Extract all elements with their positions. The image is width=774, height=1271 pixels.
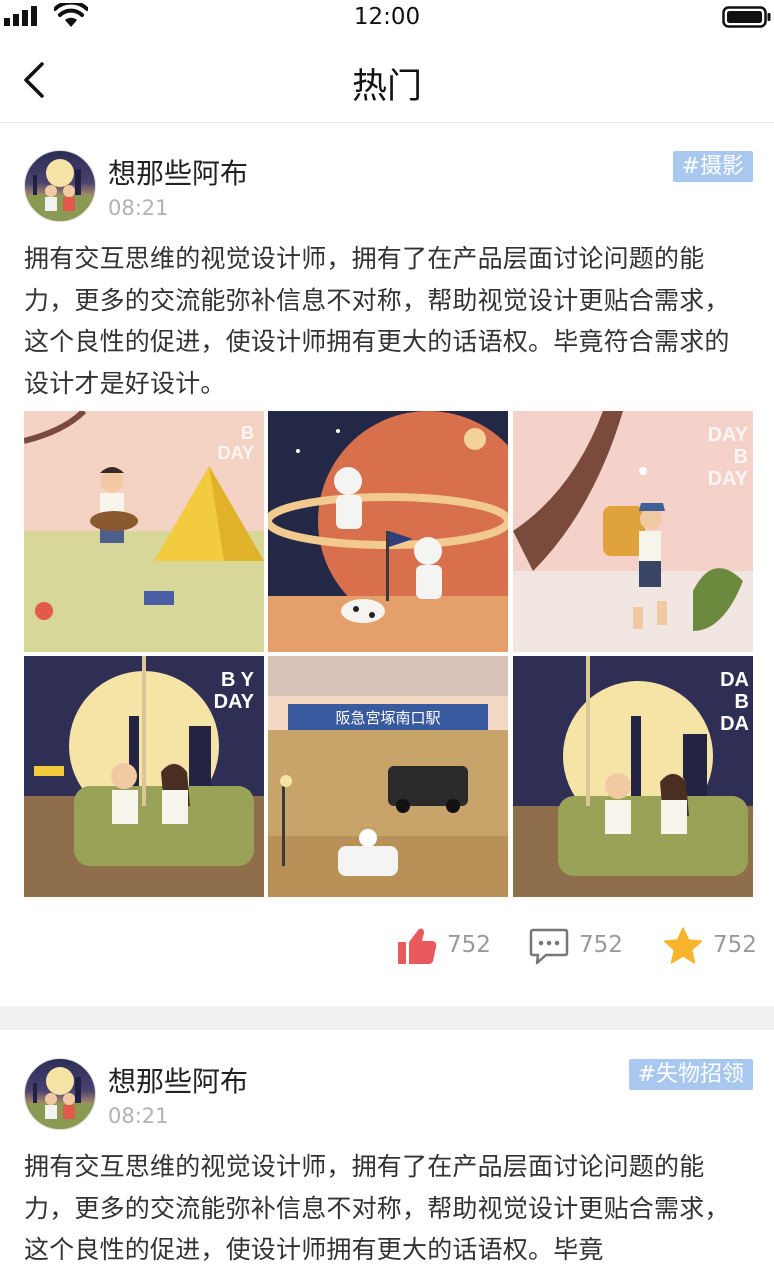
post-content: 拥有交互思维的视觉设计师，拥有了在产品层面讨论问题的能力，更多的交流能弥补信息不… [24,244,730,398]
topic-tag[interactable]: #摄影 [672,151,753,182]
grid-image-reading-window-2[interactable]: DA B DA [513,656,753,897]
topic-tag[interactable]: #失物招领 [628,1059,753,1090]
post-time: 08:21 [108,1104,169,1128]
grid-image-astronauts[interactable] [268,411,508,652]
post-time: 08:21 [108,196,169,220]
status-time: 12:00 [353,4,421,30]
comment-count: 752 [579,932,623,958]
status-bar: 12:00 [0,0,774,36]
thumbs-up-icon [398,928,437,964]
post-content: 拥有交互思维的视觉设计师，拥有了在产品层面讨论问题的能力，更多的交流能弥补信息不… [24,1152,730,1264]
grid-image-station-street[interactable]: 阪急宮塚南口駅 [268,656,508,897]
like-count: 752 [447,932,491,958]
post-divider [0,1006,774,1030]
grid-image-reading-window[interactable]: B Y DAY [24,656,264,897]
avatar[interactable] [24,150,96,222]
image-text-station-sign: 阪急宮塚南口駅 [335,709,440,727]
grid-image-hiker[interactable]: DAY B DAY [513,411,753,652]
svg-text:阪急宮塚南口駅: 阪急宮塚南口駅 [335,709,440,727]
image-grid: B DAY DAY B DAY B Y DAY 阪急宮塚南口駅 DA B DA [24,411,756,898]
star-icon [663,927,703,964]
post-card: 想那些阿布 08:21 #摄影 拥有交互思维的视觉设计师，拥有了在产品层面讨论问… [0,122,774,1006]
avatar[interactable] [24,1058,96,1130]
comment-icon [529,928,569,965]
page-title: 热门 [351,67,422,107]
nav-bar: 热门 [0,36,774,123]
post-actions: 752 752 752 [0,922,774,972]
favorite-count: 752 [713,932,757,958]
grid-image-camping[interactable]: B DAY [24,411,264,652]
author-name[interactable]: 想那些阿布 [108,1060,248,1100]
author-name[interactable]: 想那些阿布 [108,152,248,192]
battery-icon [722,6,771,28]
post-card: 想那些阿布 08:21 #失物招领 拥有交互思维的视觉设计师，拥有了在产品层面讨… [0,1030,774,1270]
